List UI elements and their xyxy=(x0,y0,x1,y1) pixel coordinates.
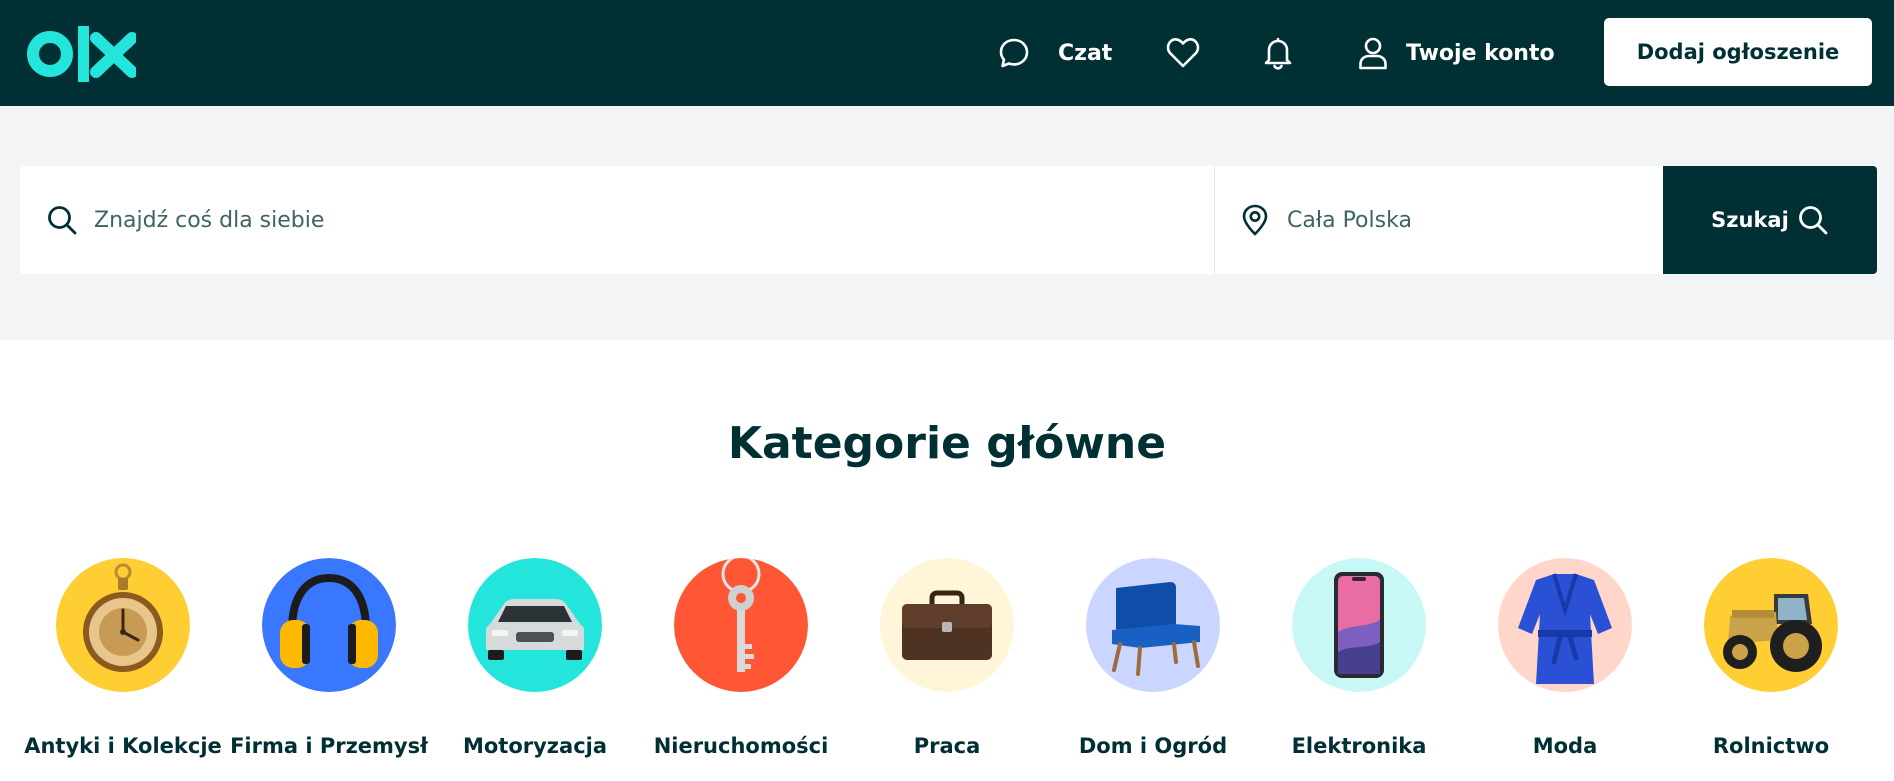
category-dom-ogrod-circle xyxy=(1086,558,1220,692)
category-rolnictwo-circle xyxy=(1704,558,1838,692)
category-firma[interactable]: Firma i Przemysł xyxy=(229,558,429,758)
category-label: Nieruchomości xyxy=(653,734,829,758)
smartphone-icon xyxy=(1292,558,1426,692)
category-nieruchomosci-circle xyxy=(674,558,808,692)
account-label: Twoje konto xyxy=(1406,40,1555,66)
category-firma-circle xyxy=(262,558,396,692)
armchair-icon xyxy=(1086,558,1220,692)
category-moda-circle xyxy=(1498,558,1632,692)
account-link[interactable]: Twoje konto xyxy=(1358,30,1555,76)
chat-bubble-icon xyxy=(999,38,1029,68)
top-header: Czat Twoje konto Dodaj ogłoszenie xyxy=(0,0,1894,106)
bell-icon xyxy=(1264,37,1292,70)
category-elektronika[interactable]: Elektronika xyxy=(1259,558,1459,758)
category-label: Antyki i Kolekcje xyxy=(24,734,222,758)
chat-label: Czat xyxy=(1058,40,1113,66)
category-label: Moda xyxy=(1532,734,1598,758)
category-nieruchomosci[interactable]: Nieruchomości xyxy=(641,558,841,758)
category-praca-circle xyxy=(880,558,1014,692)
categories-list: Antyki i Kolekcje Firma i Przemysł Motor… xyxy=(0,558,1894,778)
search-button[interactable]: Szukaj xyxy=(1663,166,1877,274)
car-icon xyxy=(468,558,602,692)
category-antyki-circle xyxy=(56,558,190,692)
category-label: Rolnictwo xyxy=(1712,734,1830,758)
heart-icon xyxy=(1166,38,1200,68)
location-input[interactable] xyxy=(1287,207,1647,233)
category-antyki[interactable]: Antyki i Kolekcje xyxy=(23,558,223,758)
categories-title: Kategorie główne xyxy=(727,418,1167,469)
location-field-container[interactable] xyxy=(1214,166,1663,274)
ear-protectors-icon xyxy=(262,558,396,692)
search-button-icon xyxy=(1798,206,1828,235)
category-moda[interactable]: Moda xyxy=(1465,558,1665,758)
category-motoryzacja[interactable]: Motoryzacja xyxy=(435,558,635,758)
tractor-icon xyxy=(1704,558,1838,692)
add-listing-button[interactable]: Dodaj ogłoszenie xyxy=(1604,18,1872,86)
notifications-link[interactable] xyxy=(1262,30,1294,76)
briefcase-icon xyxy=(880,558,1014,692)
category-label: Praca xyxy=(913,734,981,758)
user-icon xyxy=(1359,37,1387,70)
chat-link[interactable]: Czat xyxy=(998,30,1112,76)
robe-icon xyxy=(1498,558,1632,692)
search-icon xyxy=(48,206,77,235)
favorites-link[interactable] xyxy=(1166,30,1200,76)
category-elektronika-circle xyxy=(1292,558,1426,692)
search-input[interactable] xyxy=(94,207,1144,233)
key-icon xyxy=(674,558,808,692)
search-field-container[interactable] xyxy=(20,166,1214,274)
pocket-watch-icon xyxy=(56,558,190,692)
map-pin-icon xyxy=(1242,204,1268,236)
category-praca[interactable]: Praca xyxy=(847,558,1047,758)
category-label: Firma i Przemysł xyxy=(230,734,428,758)
category-motoryzacja-circle xyxy=(468,558,602,692)
category-rolnictwo[interactable]: Rolnictwo xyxy=(1671,558,1871,758)
category-label: Motoryzacja xyxy=(462,734,608,758)
search-button-label: Szukaj xyxy=(1711,208,1789,232)
category-label: Elektronika xyxy=(1291,734,1427,758)
category-label: Dom i Ogród xyxy=(1078,734,1228,758)
category-dom-ogrod[interactable]: Dom i Ogród xyxy=(1053,558,1253,758)
olx-logo[interactable] xyxy=(26,24,136,84)
